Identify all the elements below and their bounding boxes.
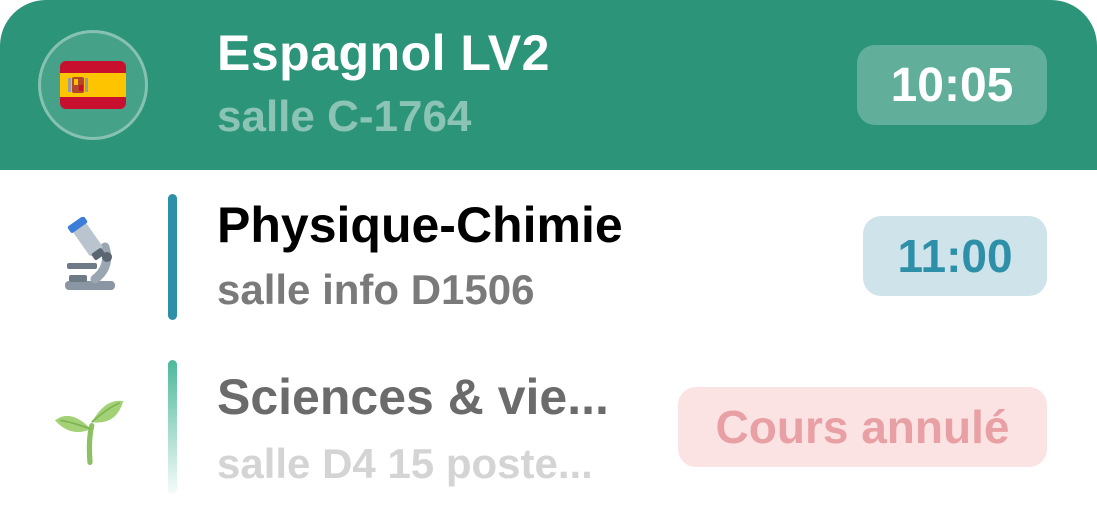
timetable-widget[interactable]: Espagnol LV2 salle C-1764 10:05 Physique…: [0, 0, 1097, 512]
microscope-icon: [55, 215, 125, 295]
current-course-room: salle C-1764: [217, 92, 472, 141]
current-course-time-badge: 10:05: [857, 45, 1047, 125]
spain-flag-icon: [38, 30, 148, 140]
course-room: salle info D1506: [217, 266, 535, 313]
course-color-bar: [168, 194, 177, 320]
cancelled-badge: Cours annulé: [678, 387, 1047, 467]
course-color-bar: [168, 360, 177, 494]
course-title: Physique-Chimie: [217, 197, 623, 253]
seedling-icon: [55, 390, 125, 470]
current-course-title: Espagnol LV2: [217, 25, 550, 81]
course-title: Sciences & vie...: [217, 369, 609, 425]
course-time-badge: 11:00: [863, 216, 1047, 296]
current-course-card[interactable]: Espagnol LV2 salle C-1764 10:05: [0, 0, 1097, 170]
course-room: salle D4 15 poste...: [217, 440, 593, 487]
